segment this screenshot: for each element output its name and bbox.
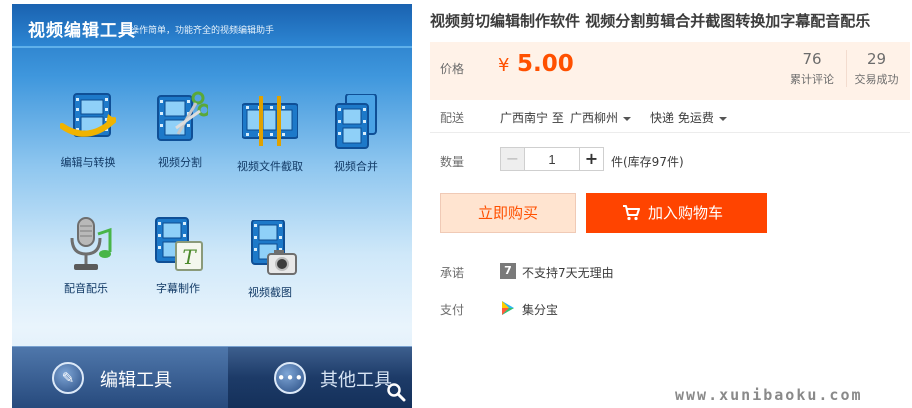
film-merge-icon	[335, 94, 377, 149]
tool-label: 字幕制作	[156, 282, 200, 295]
quantity-label: 数量	[440, 155, 465, 169]
tool-edit-convert: 编辑与转换	[40, 90, 136, 190]
product-title: 视频剪切编辑制作软件 视频分割剪辑合并截图转换加字幕配音配乐	[430, 12, 871, 30]
tool-merge: 视频合并	[308, 94, 404, 194]
sales-stat: 29 交易成功	[846, 50, 906, 87]
svg-text:T: T	[182, 245, 197, 269]
quantity-decrease-button[interactable]: −	[501, 148, 525, 170]
film-camera-icon	[251, 220, 297, 275]
tab-other-tools[interactable]: ••• 其他工具	[228, 347, 412, 408]
delivery-from: 广西南宁 至	[500, 111, 564, 125]
price-value: 5.00	[517, 51, 574, 77]
film-convert-icon	[60, 93, 116, 137]
price-label: 价格	[440, 62, 465, 76]
add-to-cart-button[interactable]: 加入购物车	[586, 193, 767, 233]
tool-clip: 视频文件截取	[222, 94, 318, 194]
pencil-icon: ✎	[52, 362, 84, 394]
stock-text: 件(库存97件)	[611, 155, 684, 169]
reviews-label: 累计评论	[790, 73, 834, 86]
app-title: 视频编辑工具	[28, 21, 136, 41]
shopping-cart-icon	[623, 205, 640, 221]
reviews-stat[interactable]: 76 累计评论	[782, 50, 842, 87]
promise-label: 承诺	[440, 266, 465, 280]
film-subtitle-icon: T	[155, 217, 203, 271]
promise-text[interactable]: 不支持7天无理由	[522, 264, 614, 281]
tool-label: 视频分割	[158, 156, 202, 169]
delivery-method-select[interactable]: 快递 免运费	[650, 109, 727, 126]
delivery-to: 广西柳州	[570, 111, 619, 125]
add-to-cart-label: 加入购物车	[648, 204, 724, 222]
tool-dub-music: 配音配乐	[38, 216, 134, 316]
quantity-input[interactable]	[526, 148, 578, 170]
tab-label: 编辑工具	[100, 370, 172, 391]
quantity-increase-button[interactable]: +	[579, 148, 603, 170]
app-subtitle: 操作简单，功能齐全的视频编辑助手	[130, 26, 275, 36]
delivery-method: 快递 免运费	[650, 111, 714, 125]
microphone-icon	[70, 217, 112, 270]
film-clip-icon	[242, 96, 298, 146]
app-bottom-bar: ✎ 编辑工具 ••• 其他工具	[12, 346, 412, 408]
tab-edit-tools[interactable]: ✎ 编辑工具	[12, 347, 228, 408]
chevron-down-icon	[718, 116, 727, 121]
tool-screenshot: 视频截图	[222, 220, 318, 320]
currency-symbol: ¥	[498, 55, 510, 76]
chevron-down-icon	[623, 116, 632, 121]
delivery-to-select[interactable]: 广西柳州	[570, 109, 632, 126]
watermark: www.xunibaoku.com	[675, 386, 863, 404]
magnifier-icon[interactable]	[386, 382, 406, 402]
quantity-stepper: − +	[500, 147, 604, 171]
divider	[430, 132, 910, 133]
film-scissors-icon	[157, 91, 208, 141]
delivery-label: 配送	[440, 111, 465, 125]
product-main-image[interactable]: 视频编辑工具 操作简单，功能齐全的视频编辑助手 编辑与转换 视频分割 视频文件截…	[12, 4, 412, 408]
tab-label: 其他工具	[320, 370, 392, 391]
tool-label: 视频合并	[334, 160, 378, 173]
app-header: 视频编辑工具 操作简单，功能齐全的视频编辑助手	[12, 4, 412, 48]
payment-method[interactable]: 集分宝	[522, 301, 558, 318]
seven-day-badge-icon: 7	[500, 263, 516, 279]
sales-count: 29	[866, 50, 887, 68]
tool-label: 视频文件截取	[237, 160, 303, 173]
sales-label: 交易成功	[854, 73, 899, 86]
tool-label: 视频截图	[248, 286, 292, 299]
buy-now-button[interactable]: 立即购买	[440, 193, 576, 233]
tool-split: 视频分割	[132, 90, 228, 190]
reviews-count: 76	[802, 50, 822, 68]
payment-label: 支付	[440, 303, 465, 317]
tool-subtitles: T 字幕制作	[130, 216, 226, 316]
tool-label: 编辑与转换	[60, 156, 116, 169]
more-dots-icon: •••	[274, 362, 306, 394]
jifenbao-icon	[502, 301, 514, 315]
price-box: 价格 ¥ 5.00 76 累计评论 29 交易成功	[430, 42, 910, 100]
tool-label: 配音配乐	[64, 282, 108, 295]
